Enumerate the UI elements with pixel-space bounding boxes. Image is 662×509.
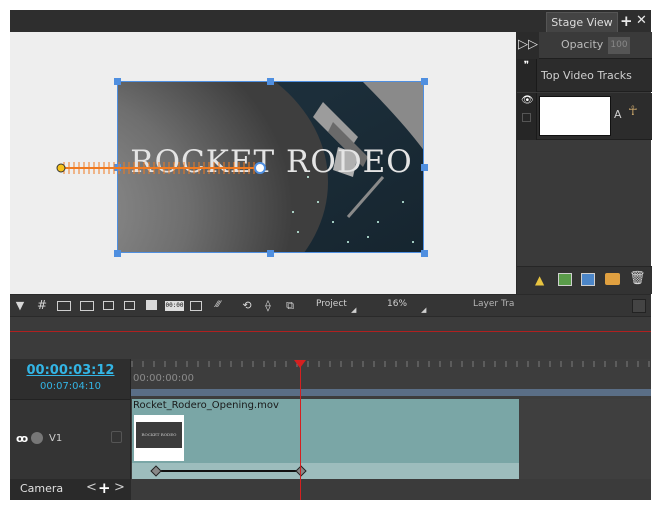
add-image-icon[interactable] (558, 273, 572, 286)
track-group-row[interactable]: ❞ Top Video Tracks (517, 59, 652, 92)
folder-icon[interactable] (605, 273, 620, 285)
selection-handle-right[interactable] (421, 164, 428, 171)
add-layer-icon[interactable] (581, 273, 595, 286)
stage-toolbar: ▼ # 00:00 ⁄⁄⁄ ⟲ ⟠ ⧉ Project ◢ 16% ◢ Laye… (10, 294, 651, 316)
selection-handle-bottom-right[interactable] (421, 250, 428, 257)
thumbnail-title: ROCKET RODEO (136, 422, 182, 448)
opacity-label: Opacity (561, 38, 604, 51)
selection-handle-top[interactable] (267, 78, 274, 85)
transform-icon[interactable]: ⟠ (261, 299, 275, 312)
ruler-start-time: 00:00:00:00 (133, 373, 195, 384)
opacity-row: ▷▷ Opacity 100 (517, 32, 652, 59)
camera-prev-icon[interactable]: < (86, 480, 97, 495)
safe-area-icon[interactable] (57, 301, 71, 311)
track-lane-v1: Rocket_Rodero_Opening.mov ROCKET RODEO (131, 399, 651, 479)
layers-action-bar: ▲ 🗑 (517, 266, 652, 294)
camera-label: Camera (20, 482, 64, 495)
selection-handle-top-right[interactable] (421, 78, 428, 85)
layer-controls: 👁 (517, 93, 537, 140)
timeline-header-area (10, 316, 651, 359)
ruler-ticks (131, 361, 651, 396)
timeline-marker-line (10, 331, 651, 332)
timeline-ruler[interactable]: 00:00:00:00 (131, 359, 651, 399)
video-clip[interactable]: Rocket_Rodero_Opening.mov ROCKET RODEO (132, 399, 519, 479)
onion-skin-icon[interactable]: ▼ (13, 299, 27, 312)
project-dropdown[interactable]: Project (316, 299, 347, 309)
layer-letter: A (614, 108, 622, 121)
frame-icon[interactable] (103, 301, 114, 310)
track-visibility-icon[interactable]: ꝏ (16, 432, 28, 445)
close-icon[interactable]: ✕ (636, 11, 647, 31)
crop-icon[interactable] (124, 301, 135, 310)
add-effect-icon[interactable]: ▲ (535, 273, 549, 287)
keyframe-end[interactable] (295, 465, 307, 477)
project-dropdown-arrow-icon[interactable]: ◢ (351, 306, 356, 314)
lock-icon[interactable] (522, 113, 531, 122)
playhead-line[interactable] (300, 360, 301, 500)
zoom-dropdown-arrow-icon[interactable]: ◢ (421, 306, 426, 314)
grid-icon[interactable]: # (35, 299, 49, 312)
expand-icon[interactable]: ❞ (517, 59, 537, 92)
timecode-panel: 00:00:03:12 00:07:04:10 (10, 359, 131, 399)
layers-panel: ▷▷ Opacity 100 ❞ Top Video Tracks 👁 A ☥ … (516, 32, 652, 294)
track-lock-icon[interactable] (111, 431, 122, 443)
rotate-icon[interactable]: ⟲ (240, 299, 254, 312)
timecode-overlay-button[interactable]: 00:00 (165, 301, 184, 311)
camera-track-row: Camera < + > (10, 479, 131, 500)
snapshot-icon[interactable]: ⧉ (283, 299, 297, 312)
video-editor-window: Stage View + ✕ ROCKET RODEO ▷▷ Opacity 1… (10, 10, 652, 500)
track-label: V1 (49, 433, 63, 444)
selection-handle-top-left[interactable] (114, 78, 121, 85)
keyframe-start[interactable] (150, 465, 162, 477)
camera-next-icon[interactable]: > (114, 480, 125, 495)
title-safe-icon[interactable] (80, 301, 94, 311)
clip-thumbnail: ROCKET RODEO (134, 415, 184, 461)
current-time[interactable]: 00:00:03:12 (10, 363, 131, 378)
waveform-icon[interactable]: ⁄⁄⁄ (211, 299, 225, 312)
plus-icon[interactable]: + (620, 11, 633, 31)
puppet-icon[interactable]: ☥ (628, 104, 638, 119)
track-group-name: Top Video Tracks (541, 69, 632, 82)
selection-handle-bottom[interactable] (267, 250, 274, 257)
screen-icon[interactable] (190, 301, 202, 311)
fill-frame-icon[interactable] (146, 300, 157, 310)
camera-add-icon[interactable]: + (98, 479, 111, 497)
trash-icon[interactable]: 🗑 (629, 271, 646, 286)
layer-track-label: Layer Tra (473, 299, 515, 309)
keyframe-lane[interactable] (132, 463, 519, 479)
layer-row[interactable]: 👁 A ☥ (517, 93, 652, 140)
motion-path[interactable] (56, 161, 267, 175)
panel-tab-bar: Stage View + ✕ (10, 10, 651, 32)
selection-handle-bottom-left[interactable] (114, 250, 121, 257)
eye-icon[interactable]: 👁 (521, 95, 534, 106)
toggle-checkbox[interactable] (632, 299, 646, 313)
stage-canvas[interactable]: ROCKET RODEO (10, 32, 516, 294)
camera-track-lane (131, 479, 651, 500)
zoom-dropdown[interactable]: 16% (387, 299, 407, 309)
total-duration: 00:07:04:10 (39, 381, 101, 392)
track-header-v1: ꝏ V1 (10, 399, 131, 479)
track-solo-icon[interactable] (31, 432, 43, 444)
layer-thumbnail[interactable] (539, 96, 611, 136)
clip-name: Rocket_Rodero_Opening.mov (133, 400, 279, 411)
tab-stage-view[interactable]: Stage View (546, 12, 618, 32)
fast-forward-icon[interactable]: ▷▷ (517, 32, 539, 59)
keyframe-line (156, 470, 301, 472)
opacity-field[interactable]: 100 (608, 37, 630, 54)
